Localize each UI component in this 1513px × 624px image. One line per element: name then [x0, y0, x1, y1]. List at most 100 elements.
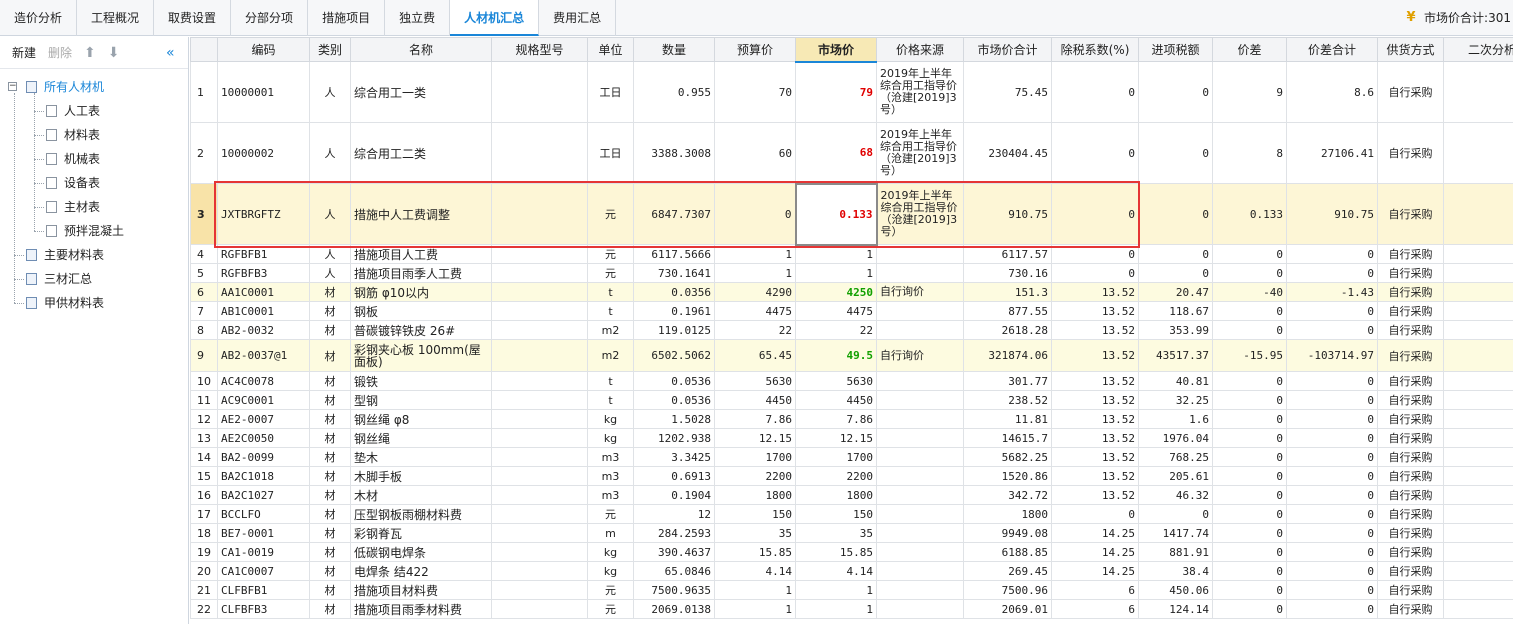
cell-cat[interactable]: 材 [309, 466, 351, 486]
cell-total[interactable]: 1520.86 [963, 466, 1052, 486]
cell-unit[interactable]: 元 [587, 580, 634, 600]
cell-supply[interactable]: 自行采购 [1377, 390, 1444, 410]
cell-market[interactable]: 12.15 [795, 428, 877, 448]
tab-4[interactable]: 措施项目 [308, 0, 386, 36]
cell-diff_total[interactable]: 27106.41 [1286, 122, 1378, 184]
cell-spec[interactable] [491, 542, 588, 562]
collapse-panel-icon[interactable]: « [166, 45, 175, 61]
cell-supply[interactable]: 自行采购 [1377, 244, 1444, 264]
cell-tax_rate[interactable]: 13.52 [1051, 282, 1139, 302]
cell-total[interactable]: 910.75 [963, 183, 1052, 245]
cell-unit[interactable]: 元 [587, 263, 634, 283]
cell-market[interactable]: 4250 [795, 282, 877, 302]
cell-name[interactable]: 木脚手板 [350, 466, 492, 486]
cell-tax_rate[interactable]: 13.52 [1051, 339, 1139, 372]
cell-diff[interactable]: 0 [1212, 504, 1287, 524]
cell-cat[interactable]: 材 [309, 523, 351, 543]
column-header-13[interactable]: 价差合计 [1286, 37, 1378, 62]
cell-tax[interactable]: 353.99 [1138, 320, 1213, 340]
delete-button[interactable]: 删除 [48, 44, 72, 61]
cell-diff[interactable]: 0 [1212, 580, 1287, 600]
cell-name[interactable]: 木材 [350, 485, 492, 505]
cell-code[interactable]: BE7-0001 [217, 523, 310, 543]
cell-name[interactable]: 锻铁 [350, 371, 492, 391]
cell-cat[interactable]: 人 [309, 183, 351, 245]
cell-budget[interactable]: 35 [714, 523, 796, 543]
cell-budget[interactable]: 12.15 [714, 428, 796, 448]
cell-analysis[interactable] [1443, 409, 1513, 429]
tree-item-child-3[interactable]: 设备表 [0, 171, 188, 195]
cell-idx[interactable]: 9 [190, 339, 218, 372]
cell-tax[interactable]: 0 [1138, 263, 1213, 283]
cell-qty[interactable]: 6502.5062 [633, 339, 715, 372]
cell-name[interactable]: 措施项目雨季材料费 [350, 599, 492, 619]
cell-analysis[interactable] [1443, 183, 1513, 245]
cell-name[interactable]: 压型钢板雨棚材料费 [350, 504, 492, 524]
cell-idx[interactable]: 16 [190, 485, 218, 505]
cell-total[interactable]: 238.52 [963, 390, 1052, 410]
cell-tax_rate[interactable]: 0 [1051, 263, 1139, 283]
cell-tax[interactable]: 124.14 [1138, 599, 1213, 619]
cell-unit[interactable]: kg [587, 561, 634, 581]
cell-diff_total[interactable]: 0 [1286, 301, 1378, 321]
table-row[interactable]: 2 10000002 人综合用工二类 工日 3388.3008 60 68 2019年上半年综… [190, 122, 1513, 184]
cell-market[interactable]: 7.86 [795, 409, 877, 429]
cell-tax[interactable]: 20.47 [1138, 282, 1213, 302]
cell-cat[interactable]: 材 [309, 580, 351, 600]
cell-tax[interactable]: 0 [1138, 122, 1213, 184]
column-header-6[interactable]: 预算价 [714, 37, 796, 62]
cell-diff[interactable]: 0 [1212, 428, 1287, 448]
cell-budget[interactable]: 4450 [714, 390, 796, 410]
cell-qty[interactable]: 0.1961 [633, 301, 715, 321]
cell-code[interactable]: BA2C1027 [217, 485, 310, 505]
cell-market[interactable]: 35 [795, 523, 877, 543]
cell-cat[interactable]: 材 [309, 409, 351, 429]
cell-cat[interactable]: 材 [309, 561, 351, 581]
cell-total[interactable]: 230404.45 [963, 122, 1052, 184]
cell-cat[interactable]: 材 [309, 542, 351, 562]
cell-spec[interactable] [491, 390, 588, 410]
cell-diff_total[interactable]: 0 [1286, 409, 1378, 429]
tree-item-other-0[interactable]: 主要材料表 [0, 243, 188, 267]
cell-supply[interactable]: 自行采购 [1377, 183, 1444, 245]
cell-tax[interactable]: 0 [1138, 61, 1213, 123]
cell-qty[interactable]: 7500.9635 [633, 580, 715, 600]
cell-supply[interactable]: 自行采购 [1377, 320, 1444, 340]
cell-idx[interactable]: 4 [190, 244, 218, 264]
cell-unit[interactable]: t [587, 282, 634, 302]
tree-item-child-0[interactable]: 人工表 [0, 99, 188, 123]
cell-source[interactable] [876, 599, 964, 619]
cell-source[interactable] [876, 542, 964, 562]
cell-tax[interactable]: 0 [1138, 504, 1213, 524]
cell-idx[interactable]: 6 [190, 282, 218, 302]
cell-tax_rate[interactable]: 14.25 [1051, 542, 1139, 562]
cell-cat[interactable]: 材 [309, 428, 351, 448]
cell-qty[interactable]: 6847.7307 [633, 183, 715, 245]
cell-market[interactable]: 4450 [795, 390, 877, 410]
cell-idx[interactable]: 19 [190, 542, 218, 562]
cell-total[interactable]: 342.72 [963, 485, 1052, 505]
cell-market[interactable]: 4.14 [795, 561, 877, 581]
cell-code[interactable]: CA1C0007 [217, 561, 310, 581]
cell-market[interactable]: 22 [795, 320, 877, 340]
cell-code[interactable]: AA1C0001 [217, 282, 310, 302]
cell-total[interactable]: 2069.01 [963, 599, 1052, 619]
cell-budget[interactable]: 1 [714, 244, 796, 264]
cell-name[interactable]: 垫木 [350, 447, 492, 467]
cell-qty[interactable]: 2069.0138 [633, 599, 715, 619]
cell-diff_total[interactable]: 8.6 [1286, 61, 1378, 123]
cell-diff_total[interactable]: -1.43 [1286, 282, 1378, 302]
column-header-1[interactable]: 类别 [309, 37, 351, 62]
cell-code[interactable]: RGFBFB3 [217, 263, 310, 283]
cell-qty[interactable]: 1.5028 [633, 409, 715, 429]
table-row[interactable]: 19 CA1-0019 材低碳钢电焊条 kg 390.4637 15.85 15.85 618… [190, 542, 1513, 562]
cell-market[interactable]: 1 [795, 580, 877, 600]
cell-budget[interactable]: 0 [714, 183, 796, 245]
cell-total[interactable]: 9949.08 [963, 523, 1052, 543]
cell-idx[interactable]: 10 [190, 371, 218, 391]
cell-diff_total[interactable]: 0 [1286, 390, 1378, 410]
cell-source[interactable]: 自行询价 [876, 339, 964, 372]
cell-spec[interactable] [491, 339, 588, 372]
cell-market[interactable]: 1 [795, 244, 877, 264]
cell-idx[interactable]: 8 [190, 320, 218, 340]
